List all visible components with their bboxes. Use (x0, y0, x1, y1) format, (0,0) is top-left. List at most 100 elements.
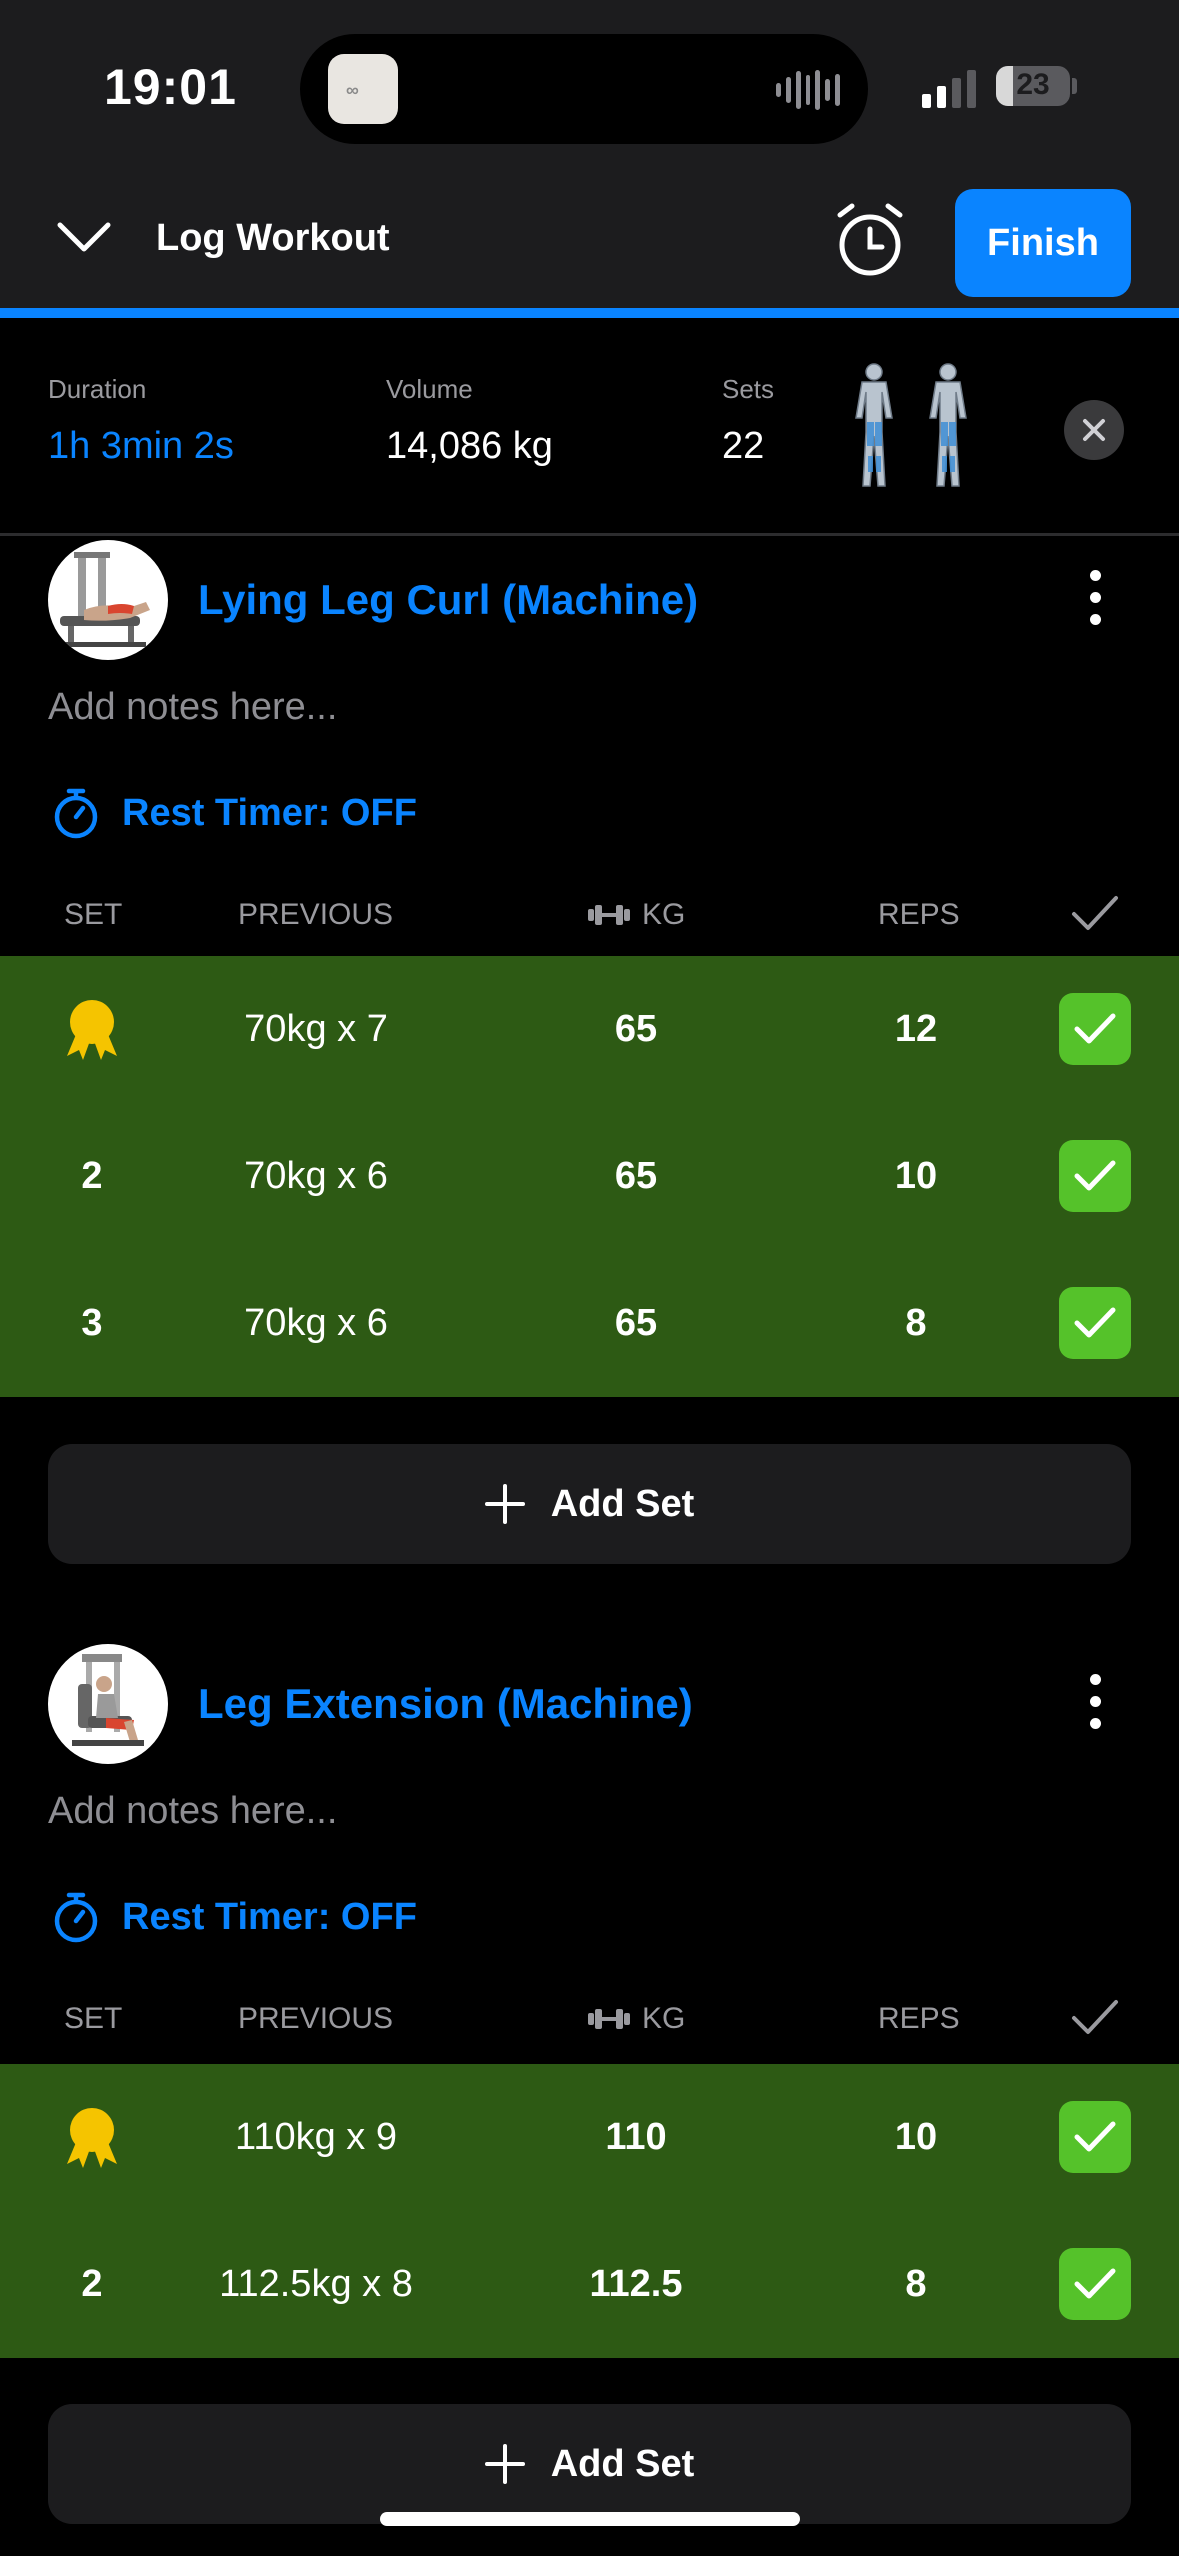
exercise-thumbnail[interactable] (48, 1644, 168, 1764)
exercise-title[interactable]: Lying Leg Curl (Machine) (198, 576, 698, 624)
col-previous: PREVIOUS (238, 2002, 394, 2035)
reps-input[interactable]: 12 (816, 956, 1016, 1103)
col-reps: REPS (878, 2002, 960, 2035)
col-kg: KG (586, 2002, 685, 2036)
add-set-button[interactable]: Add Set (48, 1444, 1131, 1564)
set-number[interactable]: 2 (32, 1103, 152, 1250)
set-complete-checkbox[interactable] (1059, 2101, 1131, 2173)
close-button[interactable] (1064, 400, 1124, 460)
battery-icon: 23 (996, 66, 1070, 106)
sets-stat: Sets 22 (722, 374, 774, 468)
reps-input[interactable]: 8 (816, 1250, 1016, 1397)
status-bar: 19:01 ∞ 23 (0, 0, 1179, 175)
notes-input[interactable]: Add notes here... (48, 686, 337, 729)
reps-input[interactable]: 10 (816, 1103, 1016, 1250)
add-set-label: Add Set (550, 2442, 695, 2485)
set-row: 2 70kg x 6 65 10 (0, 1103, 1179, 1250)
live-activity-app-icon: ∞ (328, 54, 398, 124)
plus-icon (484, 1484, 525, 1524)
set-complete-checkbox[interactable] (1059, 1140, 1131, 1212)
workout-header: Log Workout Finish (0, 175, 1179, 308)
previous-value[interactable]: 70kg x 6 (166, 1250, 466, 1397)
status-time: 19:01 (104, 59, 237, 115)
duration-label: Duration (48, 374, 147, 404)
checkmark-icon (1074, 2268, 1116, 2299)
previous-value[interactable]: 112.5kg x 8 (166, 2211, 466, 2358)
checkmark-header-icon (1072, 2000, 1118, 2034)
more-options-icon[interactable] (1080, 1674, 1110, 1734)
col-kg-label: KG (642, 2002, 686, 2035)
exercise-title[interactable]: Leg Extension (Machine) (198, 1680, 693, 1728)
previous-value[interactable]: 110kg x 9 (166, 2064, 466, 2211)
stopwatch-icon (54, 1892, 98, 1943)
volume-value: 14,086 kg (386, 425, 553, 467)
audio-wave-icon (776, 70, 841, 110)
set-complete-checkbox[interactable] (1059, 993, 1131, 1065)
battery-level: 23 (1016, 68, 1050, 101)
chevron-down-icon[interactable] (56, 217, 112, 257)
set-row: 110kg x 9 110 10 (0, 2064, 1179, 2211)
col-reps: REPS (878, 898, 960, 931)
medal-icon (67, 999, 117, 1060)
rest-timer-label: Rest Timer: OFF (122, 1895, 417, 1938)
stopwatch-icon (54, 788, 98, 839)
plus-icon (484, 2444, 525, 2484)
checkmark-icon (1074, 1013, 1116, 1044)
set-number[interactable] (32, 2064, 152, 2211)
workout-progress-fill (0, 308, 1179, 318)
sets-table: 70kg x 7 65 12 2 70kg x 6 65 10 3 70kg x… (0, 956, 1179, 1397)
rest-timer-clock-icon[interactable] (832, 201, 908, 279)
set-complete-checkbox[interactable] (1059, 1287, 1131, 1359)
kg-input[interactable]: 65 (536, 956, 736, 1103)
reps-input[interactable]: 8 (816, 2211, 1016, 2358)
col-previous: PREVIOUS (238, 898, 394, 931)
close-icon (1083, 419, 1105, 441)
col-set: SET (64, 2002, 123, 2035)
sets-table: 110kg x 9 110 10 2 112.5kg x 8 112.5 8 (0, 2064, 1179, 2358)
workout-summary: Duration 1h 3min 2s Volume 14,086 kg Set… (0, 318, 1179, 536)
duration-value: 1h 3min 2s (48, 425, 234, 467)
sets-label: Sets (722, 374, 775, 404)
exercise-thumbnail[interactable] (48, 540, 168, 660)
set-row: 3 70kg x 6 65 8 (0, 1250, 1179, 1397)
volume-stat: Volume 14,086 kg (386, 374, 553, 468)
muscle-map-icon[interactable] (844, 362, 980, 488)
kg-input[interactable]: 65 (536, 1250, 736, 1397)
previous-value[interactable]: 70kg x 6 (166, 1103, 466, 1250)
col-kg: KG (586, 898, 685, 932)
notes-input[interactable]: Add notes here... (48, 1790, 337, 1833)
reps-input[interactable]: 10 (816, 2064, 1016, 2211)
rest-timer-button[interactable]: Rest Timer: OFF (52, 786, 417, 840)
rest-timer-button[interactable]: Rest Timer: OFF (52, 1890, 417, 1944)
kg-input[interactable]: 65 (536, 1103, 736, 1250)
dumbbell-icon (588, 2009, 630, 2029)
workout-progress-bar (0, 308, 1179, 318)
set-complete-checkbox[interactable] (1059, 2248, 1131, 2320)
duration-stat: Duration 1h 3min 2s (48, 374, 234, 468)
rest-timer-label: Rest Timer: OFF (122, 791, 417, 834)
add-set-button[interactable]: Add Set (48, 2404, 1131, 2524)
battery-tip (1072, 78, 1077, 94)
checkmark-header-icon (1072, 896, 1118, 930)
finish-button[interactable]: Finish (955, 189, 1131, 297)
set-number[interactable]: 3 (32, 1250, 152, 1397)
kg-input[interactable]: 112.5 (536, 2211, 736, 2358)
dynamic-island[interactable]: ∞ (300, 34, 868, 144)
medal-icon (67, 2107, 117, 2168)
more-options-icon[interactable] (1080, 570, 1110, 630)
checkmark-icon (1074, 2121, 1116, 2152)
col-kg-label: KG (642, 898, 686, 931)
cellular-signal-icon (922, 68, 976, 108)
add-set-label: Add Set (550, 1482, 695, 1525)
sets-table-header: SET PREVIOUS KG REPS (0, 884, 1179, 944)
sets-value: 22 (722, 425, 765, 467)
home-indicator[interactable] (380, 2512, 800, 2526)
page-title: Log Workout (156, 217, 390, 259)
col-set: SET (64, 898, 123, 931)
kg-input[interactable]: 110 (536, 2064, 736, 2211)
set-number[interactable]: 2 (32, 2211, 152, 2358)
set-number[interactable] (32, 956, 152, 1103)
volume-label: Volume (386, 374, 473, 404)
set-row: 2 112.5kg x 8 112.5 8 (0, 2211, 1179, 2358)
previous-value[interactable]: 70kg x 7 (166, 956, 466, 1103)
